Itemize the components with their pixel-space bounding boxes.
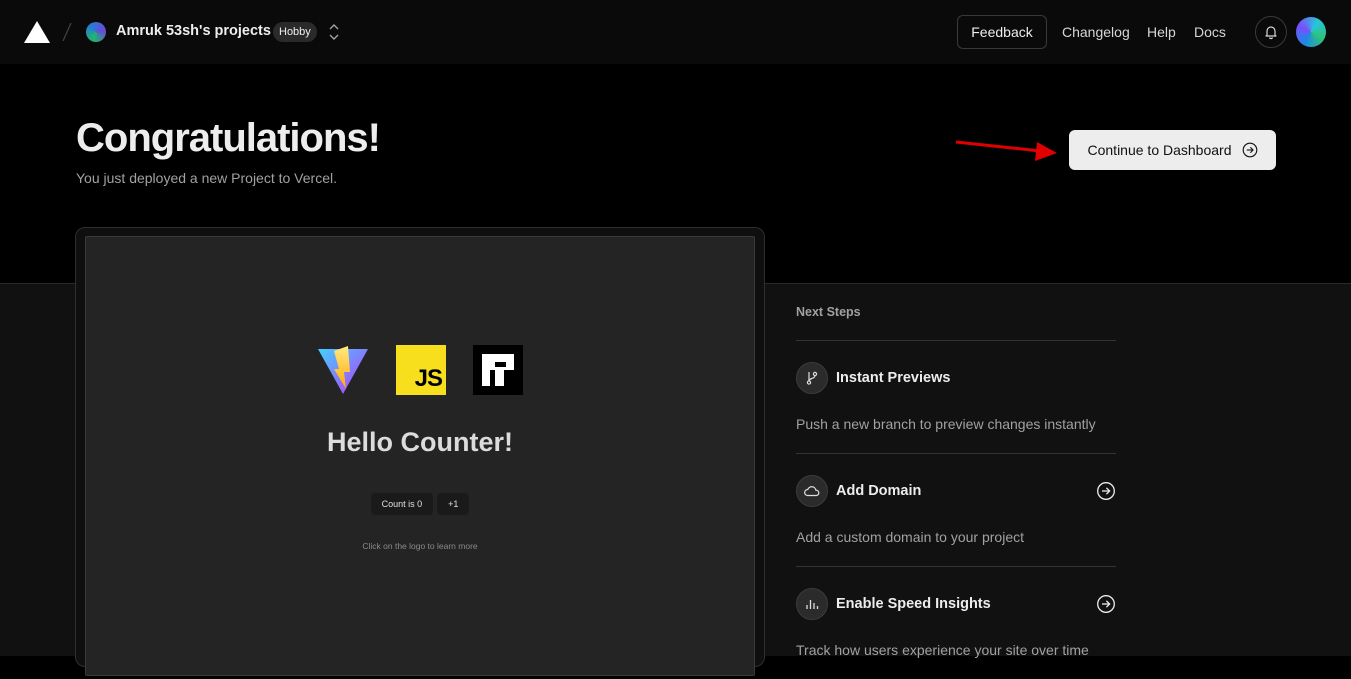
increment-button[interactable]: +1 — [437, 493, 470, 515]
nav-link-changelog[interactable]: Changelog — [1062, 24, 1130, 40]
page-subtitle: You just deployed a new Project to Verce… — [76, 170, 337, 186]
cloud-icon — [796, 475, 828, 507]
framework-logos: JS — [86, 345, 754, 395]
arrow-right-circle-icon — [1242, 142, 1257, 158]
notifications-button[interactable] — [1255, 16, 1287, 48]
breadcrumb-slash-icon — [62, 22, 72, 42]
plan-badge: Hobby — [273, 22, 317, 42]
feedback-button[interactable]: Feedback — [957, 15, 1047, 49]
step-description: Add a custom domain to your project — [796, 529, 1025, 545]
arrow-right-circle-icon[interactable] — [1096, 594, 1116, 614]
continue-button-label: Continue to Dashboard — [1087, 142, 1232, 158]
deployment-preview-screenshot[interactable]: JS Hello Counter! Count is 0 +1 Click on… — [85, 236, 755, 676]
page-title: Congratulations! — [76, 116, 381, 160]
step-enable-speed-insights[interactable]: Enable Speed Insights Track how users ex… — [796, 566, 1116, 679]
step-instant-previews[interactable]: Instant Previews Push a new branch to pr… — [796, 340, 1116, 453]
bell-icon — [1265, 26, 1277, 40]
javascript-logo-icon[interactable]: JS — [396, 345, 446, 395]
vite-logo-icon[interactable] — [317, 345, 369, 395]
step-title: Enable Speed Insights — [836, 596, 991, 612]
vercel-logo-icon[interactable] — [24, 21, 50, 43]
git-branch-icon — [796, 362, 828, 394]
red-arrow-annotation-icon — [955, 140, 1057, 161]
step-title: Instant Previews — [836, 370, 951, 386]
count-button[interactable]: Count is 0 — [370, 493, 434, 515]
continue-to-dashboard-button[interactable]: Continue to Dashboard — [1069, 130, 1276, 170]
nav-link-docs[interactable]: Docs — [1194, 24, 1226, 40]
preview-heading: Hello Counter! — [327, 427, 513, 457]
user-avatar[interactable] — [1296, 17, 1326, 47]
arrow-right-circle-icon[interactable] — [1096, 481, 1116, 501]
nav-link-help[interactable]: Help — [1147, 24, 1176, 40]
step-title: Add Domain — [836, 483, 922, 499]
next-steps-panel: Next Steps Instant Previews Push a new b… — [796, 304, 1116, 679]
bar-chart-icon — [796, 588, 828, 620]
next-steps-title: Next Steps — [796, 305, 861, 319]
step-add-domain[interactable]: Add Domain Add a custom domain to your p… — [796, 453, 1116, 566]
chevron-up-down-icon[interactable] — [328, 23, 340, 41]
raw-logo-icon[interactable] — [473, 345, 523, 395]
counter-controls: Count is 0 +1 — [86, 493, 754, 515]
preview-hint: Click on the logo to learn more — [362, 541, 478, 551]
js-logo-text: JS — [414, 365, 443, 392]
top-navigation: Amruk 53sh's projects Hobby Feedback Cha… — [0, 0, 1351, 64]
step-description: Push a new branch to preview changes ins… — [796, 416, 1096, 432]
team-avatar[interactable] — [86, 22, 106, 42]
team-name[interactable]: Amruk 53sh's projects — [116, 23, 271, 39]
deployment-preview-card[interactable]: JS Hello Counter! Count is 0 +1 Click on… — [75, 227, 765, 676]
